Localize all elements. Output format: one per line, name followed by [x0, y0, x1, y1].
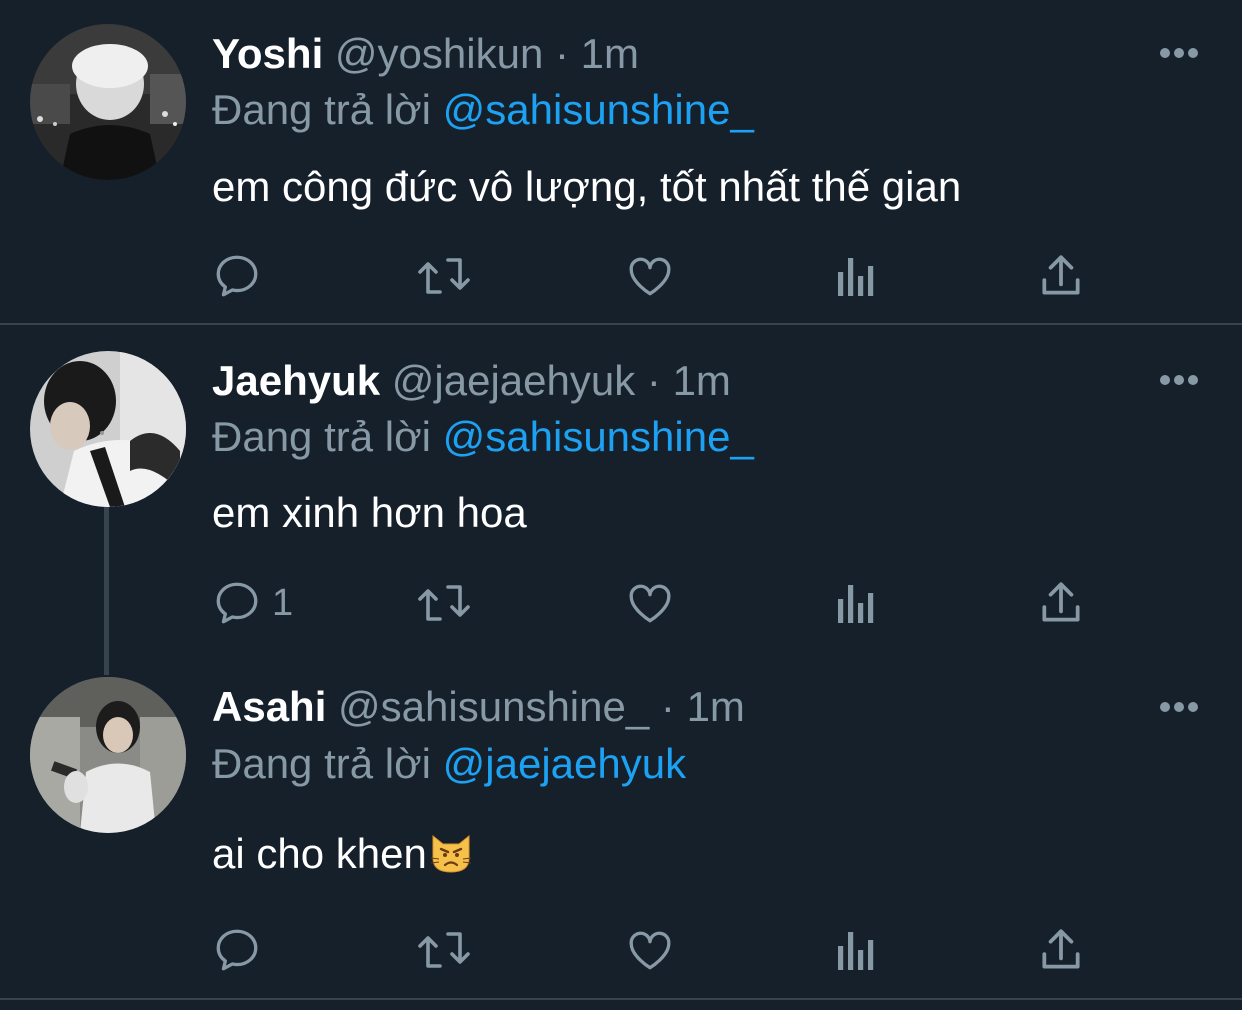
replying-to: Đang trả lời @sahisunshine_ — [212, 86, 754, 134]
tweet-header: Yoshi @yoshikun · 1m — [212, 30, 639, 78]
avatar[interactable] — [30, 24, 186, 180]
replying-to-label: Đang trả lời — [212, 740, 431, 787]
reply-icon — [216, 929, 258, 971]
share-button[interactable] — [1038, 573, 1084, 633]
tweet-text-content: ai cho khen — [212, 830, 427, 877]
analytics-button[interactable] — [834, 573, 878, 633]
analytics-icon — [838, 258, 874, 296]
tweet-text: em công đức vô lượng, tốt nhất thế gian — [212, 163, 962, 210]
replying-to-label: Đang trả lời — [212, 86, 431, 133]
like-icon — [629, 931, 671, 970]
display-name[interactable]: Yoshi — [212, 30, 323, 77]
action-bar — [0, 920, 1242, 980]
timestamp[interactable]: 1m — [687, 683, 745, 730]
reply-icon — [216, 255, 258, 297]
tweet-header: Asahi @sahisunshine_ · 1m — [212, 683, 745, 731]
retweet-button[interactable] — [416, 920, 472, 980]
tweet-text: em xinh hơn hoa — [212, 489, 527, 536]
user-handle[interactable]: @jaejaehyuk — [392, 357, 635, 404]
share-icon — [1042, 255, 1080, 295]
avatar-photo-icon — [30, 24, 186, 180]
share-button[interactable] — [1038, 920, 1084, 980]
analytics-icon — [838, 585, 874, 623]
share-icon — [1042, 582, 1080, 622]
like-button[interactable] — [625, 920, 675, 980]
action-bar: 1 — [0, 573, 1242, 633]
retweet-icon — [418, 932, 470, 968]
tweet-header: Jaehyuk @jaejaehyuk · 1m — [212, 357, 731, 405]
timestamp[interactable]: 1m — [673, 357, 731, 404]
display-name[interactable]: Jaehyuk — [212, 357, 380, 404]
analytics-icon — [838, 932, 874, 970]
more-options-icon[interactable] — [1159, 701, 1199, 713]
timestamp[interactable]: 1m — [581, 30, 639, 77]
reply-icon — [216, 582, 258, 624]
reply-button[interactable]: 1 — [212, 573, 293, 633]
replying-to: Đang trả lời @jaejaehyuk — [212, 740, 686, 788]
mention-link[interactable]: @jaejaehyuk — [443, 740, 686, 787]
like-icon — [629, 584, 671, 623]
replying-to-label: Đang trả lời — [212, 413, 431, 460]
analytics-button[interactable] — [834, 246, 878, 306]
action-bar — [0, 246, 1242, 306]
tweet-yoshi[interactable]: Yoshi @yoshikun · 1m Đang trả lời @sahis… — [0, 0, 1242, 325]
tweet-text: ai cho khen — [212, 829, 473, 879]
user-handle[interactable]: @yoshikun — [335, 30, 543, 77]
separator-dot: · — [554, 30, 569, 77]
analytics-button[interactable] — [834, 920, 878, 980]
separator-dot: · — [646, 357, 661, 404]
like-icon — [629, 257, 671, 296]
more-options-icon[interactable] — [1159, 47, 1199, 59]
reply-button[interactable] — [212, 920, 272, 980]
avatar[interactable] — [30, 351, 186, 507]
tweet-divider — [0, 998, 1242, 1000]
display-name[interactable]: Asahi — [212, 683, 326, 730]
share-icon — [1042, 929, 1080, 969]
retweet-button[interactable] — [416, 246, 472, 306]
retweet-icon — [418, 585, 470, 621]
replying-to: Đang trả lời @sahisunshine_ — [212, 413, 754, 461]
tweet-jaehyuk[interactable]: Jaehyuk @jaejaehyuk · 1m Đang trả lời @s… — [0, 325, 1242, 675]
user-handle[interactable]: @sahisunshine_ — [338, 683, 649, 730]
separator-dot: · — [660, 683, 675, 730]
mention-link[interactable]: @sahisunshine_ — [443, 86, 754, 133]
retweet-button[interactable] — [416, 573, 472, 633]
reply-count: 1 — [272, 581, 294, 624]
avatar[interactable] — [30, 677, 186, 833]
reply-button[interactable] — [212, 246, 272, 306]
more-options-icon[interactable] — [1159, 374, 1199, 386]
tweet-asahi[interactable]: Asahi @sahisunshine_ · 1m Đang trả lời @… — [0, 655, 1242, 1000]
avatar-photo-icon — [30, 351, 186, 507]
retweet-icon — [418, 258, 470, 294]
share-button[interactable] — [1038, 246, 1084, 306]
avatar-photo-icon — [30, 677, 186, 833]
pouting-cat-face-icon — [430, 834, 471, 873]
like-button[interactable] — [625, 573, 675, 633]
like-button[interactable] — [625, 246, 675, 306]
mention-link[interactable]: @sahisunshine_ — [443, 413, 754, 460]
